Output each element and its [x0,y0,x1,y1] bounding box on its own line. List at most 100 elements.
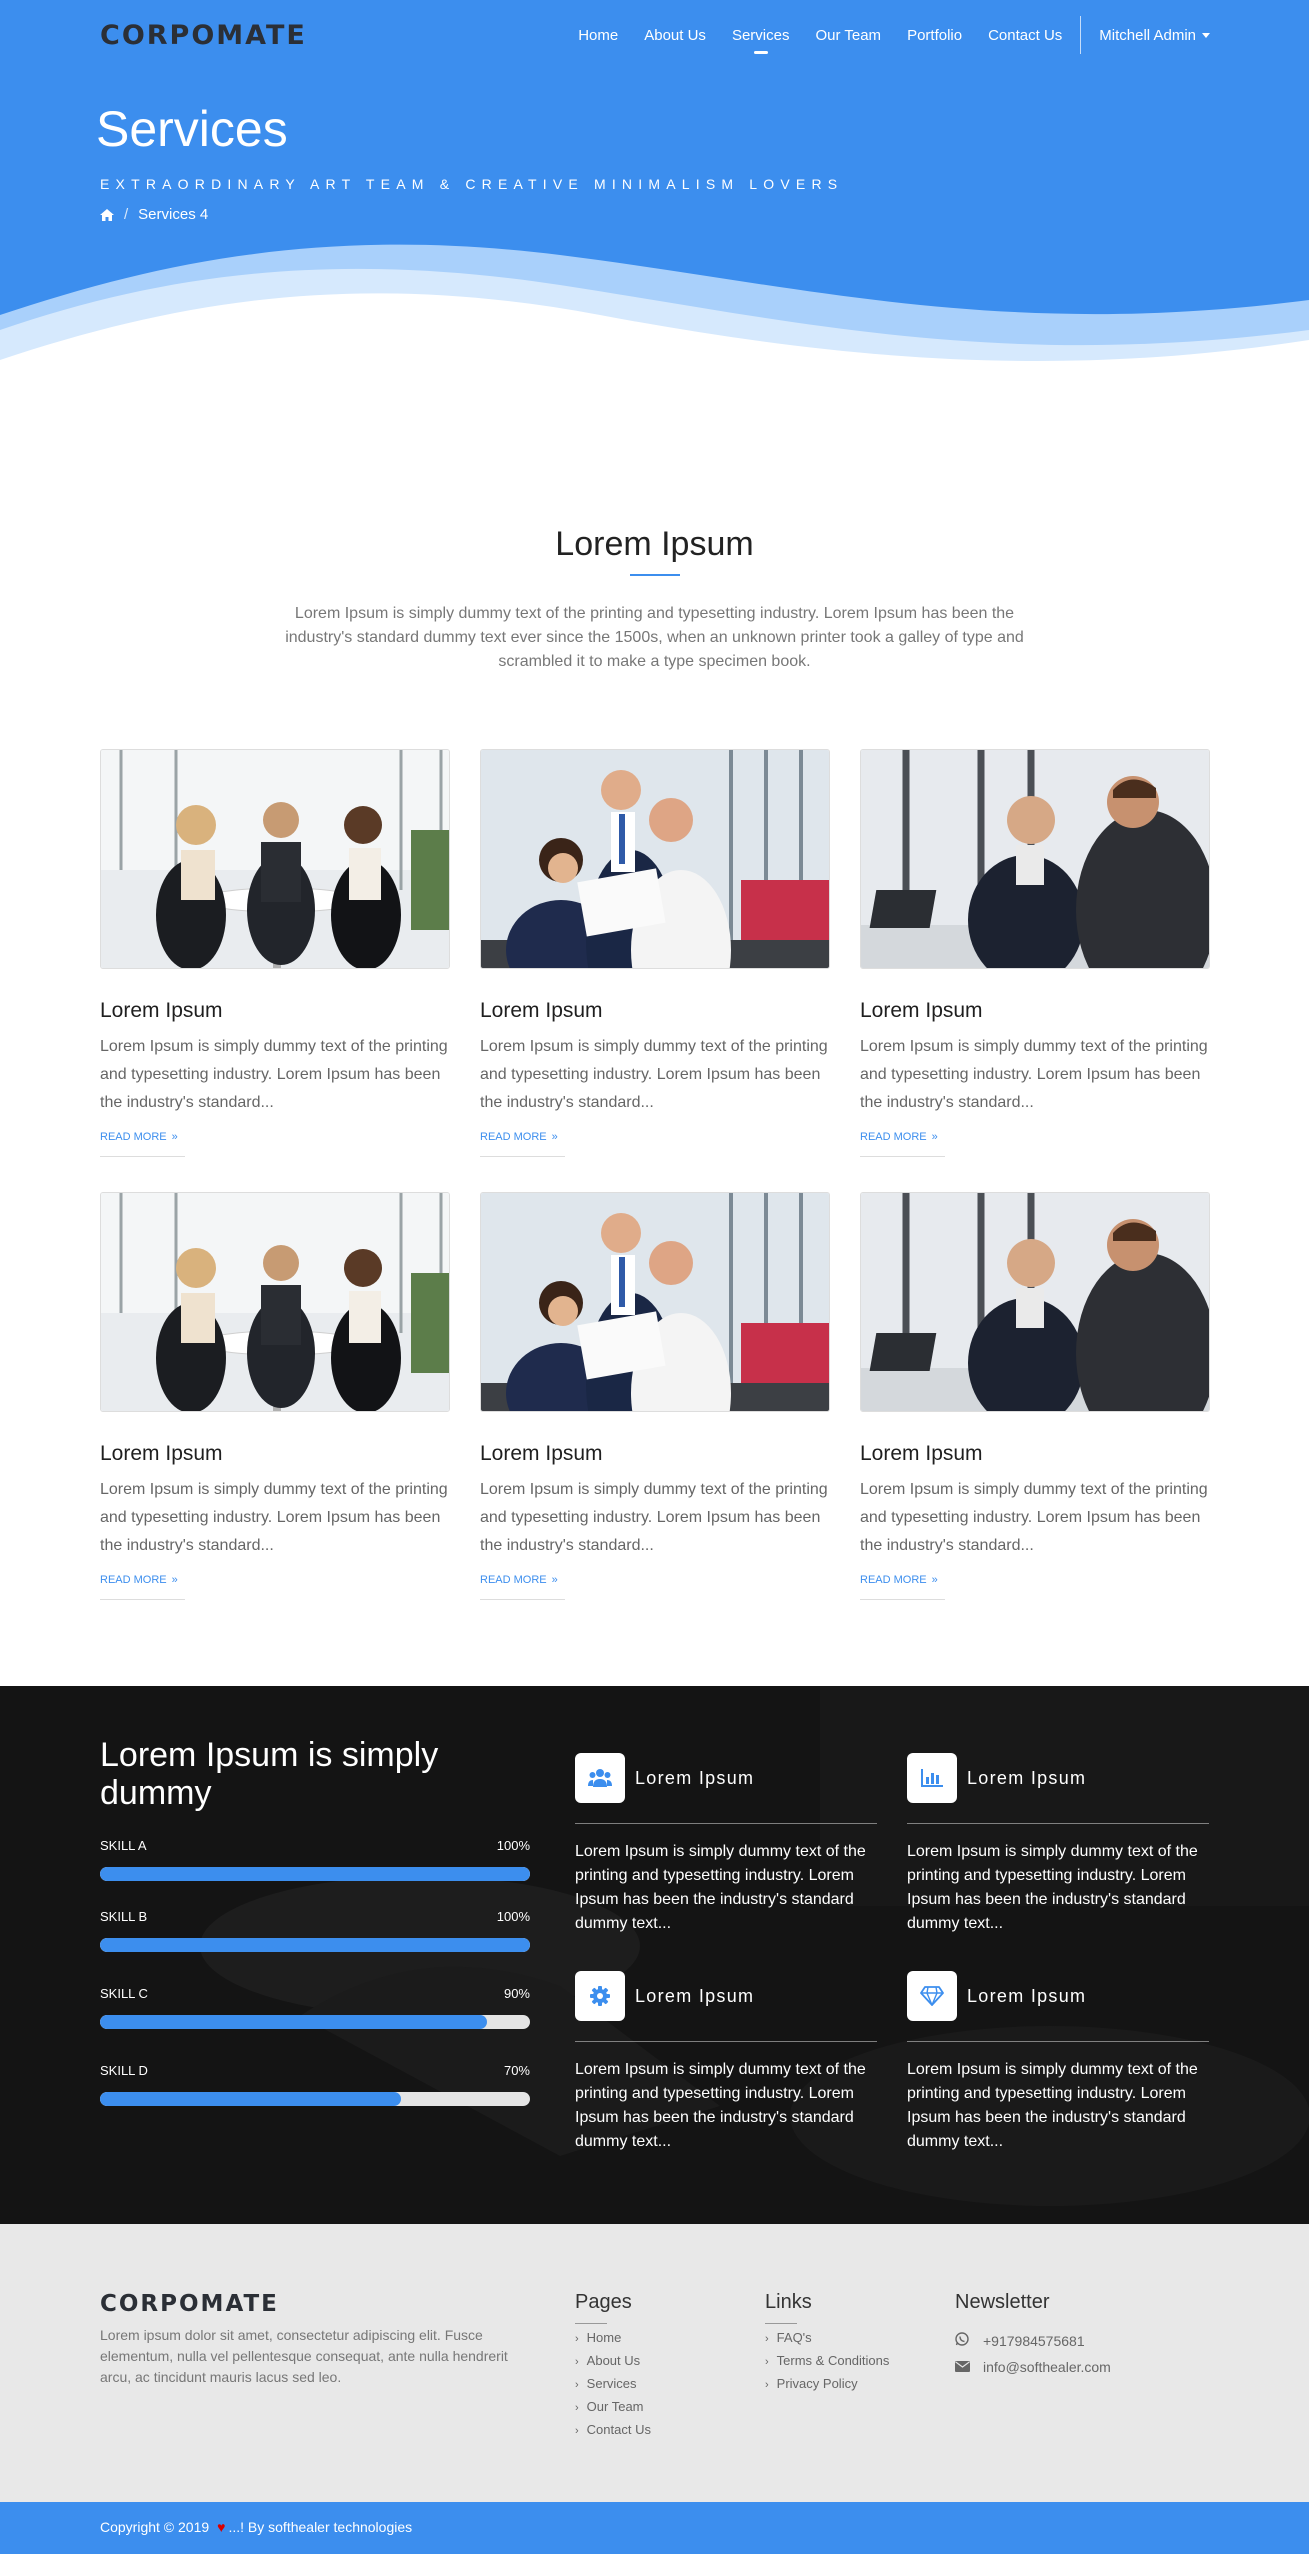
meeting-photo-2[interactable] [480,749,830,969]
footer-link-terms[interactable]: › Terms & Conditions [765,2350,889,2373]
users-icon [575,1753,625,1803]
skill-name: SKILL B [100,1909,148,1924]
footer-link-about-us[interactable]: › About Us [575,2350,651,2373]
footer-link-label: Contact Us [586,2422,651,2437]
footer-logo[interactable]: CORPOMATE [100,2291,279,2317]
read-more-link[interactable]: READ MORE » [100,1574,178,1586]
skill-progress-track [100,1867,530,1881]
copyright-suffix: ...! By softhealer technologies [228,2519,413,2535]
footer-column-title: Newsletter [955,2291,1050,2313]
read-more-label: READ MORE [860,1574,927,1586]
footer-link-contact-us[interactable]: › Contact Us [575,2419,651,2442]
envelope-icon [955,2354,983,2380]
footer-column-title: Pages [575,2291,632,2313]
skill-progress-fill [100,2015,487,2029]
meeting-photo-3[interactable] [860,1192,1210,1412]
service-card: Lorem Ipsum Lorem Ipsum is simply dummy … [100,749,450,1157]
chevron-right-icon: › [575,2356,579,2368]
copyright-bar: Copyright © 2019 ♥ ...! By softhealer te… [0,2502,1309,2554]
footer-pages-column: Pages › Home › About Us › Services › Our Tea… [575,2291,651,2442]
footer-link-home[interactable]: › Home [575,2327,651,2350]
footer-column-underline [765,2323,797,2324]
read-more-link[interactable]: READ MORE » [480,1574,558,1586]
home-icon[interactable] [100,208,114,221]
feature-item: Lorem Ipsum Lorem Ipsum is simply dummy … [575,1753,877,1936]
chevron-down-icon [1202,33,1210,39]
footer-link-label: Privacy Policy [776,2376,858,2391]
feature-title: Lorem Ipsum [967,1985,1087,2006]
read-more-link[interactable]: READ MORE » [860,1574,938,1586]
nav-services[interactable]: Services [732,27,789,54]
chevron-right-icon: › [575,2425,579,2437]
footer-column-title: Links [765,2291,812,2313]
footer-link-our-team[interactable]: › Our Team [575,2396,651,2419]
logo[interactable]: CORPOMATE [100,20,307,51]
footer-link-label: Terms & Conditions [776,2353,890,2368]
footer-pages-list: › Home › About Us › Services › Our Team › Con… [575,2327,651,2442]
card-title: Lorem Ipsum [480,1442,603,1465]
card-divider [860,1599,945,1600]
card-divider [480,1599,565,1600]
footer-phone[interactable]: +917984575681 [955,2328,1111,2354]
service-card: Lorem Ipsum Lorem Ipsum is simply dummy … [480,749,830,1157]
footer-newsletter-column: Newsletter +917984575681 info@softhealer… [955,2291,1111,2380]
footer-links-list: › FAQ's › Terms & Conditions › Privacy Poli… [765,2327,889,2396]
read-more-link[interactable]: READ MORE » [100,1131,178,1143]
footer-links-column: Links › FAQ's › Terms & Conditions › Privac… [765,2291,889,2396]
copyright-prefix: Copyright © 2019 [100,2519,210,2535]
read-more-label: READ MORE [100,1574,167,1586]
nav-our-team[interactable]: Our Team [815,27,881,44]
footer-email-address: info@softhealer.com [983,2359,1111,2375]
card-divider [100,1599,185,1600]
card-text: Lorem Ipsum is simply dummy text of the … [100,1481,448,1554]
skill-progress-fill [100,1867,530,1881]
feature-title: Lorem Ipsum [967,1767,1087,1788]
meeting-photo-1[interactable] [100,749,450,969]
nav-about-us[interactable]: About Us [644,27,706,44]
user-menu[interactable]: Mitchell Admin [1099,27,1210,44]
meeting-photo-1[interactable] [100,1192,450,1412]
section-title: Lorem Ipsum [555,525,754,563]
double-chevron-right-icon: » [551,1131,558,1143]
skill-name: SKILL A [100,1838,147,1853]
bar-chart-icon [907,1753,957,1803]
copyright-text: Copyright © 2019 ♥ ...! By softhealer te… [100,2519,412,2535]
meeting-photo-2[interactable] [480,1192,830,1412]
card-title: Lorem Ipsum [480,999,603,1022]
footer-phone-number: +917984575681 [983,2333,1085,2349]
chevron-right-icon: › [575,2333,579,2345]
read-more-label: READ MORE [480,1131,547,1143]
footer-email[interactable]: info@softhealer.com [955,2354,1111,2380]
card-title: Lorem Ipsum [100,1442,223,1465]
nav-menu: Home About Us Services Our Team Portfoli… [552,0,1210,70]
diamond-icon [907,1971,957,2021]
page-title: Services [96,101,288,157]
card-divider [480,1156,565,1157]
footer-link-faqs[interactable]: › FAQ's [765,2327,889,2350]
user-name: Mitchell Admin [1099,26,1196,44]
skill-progress-track [100,2015,530,2029]
meeting-photo-3[interactable] [860,749,1210,969]
footer-link-privacy[interactable]: › Privacy Policy [765,2373,889,2396]
skill-progress-track [100,1938,530,1952]
footer-link-label: Home [586,2330,622,2345]
read-more-link[interactable]: READ MORE » [860,1131,938,1143]
chevron-right-icon: › [575,2402,579,2414]
footer-link-services[interactable]: › Services [575,2373,651,2396]
hero-wave [0,244,1309,370]
read-more-link[interactable]: READ MORE » [480,1131,558,1143]
whatsapp-icon [955,2328,983,2354]
nav-contact-us[interactable]: Contact Us [988,27,1062,44]
skill-item: SKILL C 90% [100,1986,530,2029]
skills-section: Lorem Ipsum is simply dummy SKILL A 100% … [0,1686,1309,2224]
skill-percent: 100% [496,1909,530,1924]
service-card: Lorem Ipsum Lorem Ipsum is simply dummy … [860,1192,1210,1600]
nav-portfolio[interactable]: Portfolio [907,27,962,44]
intro-section: Lorem Ipsum Lorem Ipsum is simply dummy … [0,525,1309,674]
service-card: Lorem Ipsum Lorem Ipsum is simply dummy … [480,1192,830,1600]
feature-text: Lorem Ipsum is simply dummy text of the … [575,1843,866,1932]
service-card: Lorem Ipsum Lorem Ipsum is simply dummy … [860,749,1210,1157]
feature-divider [907,1823,1209,1824]
feature-item: Lorem Ipsum Lorem Ipsum is simply dummy … [907,1971,1209,2154]
nav-home[interactable]: Home [578,27,618,44]
